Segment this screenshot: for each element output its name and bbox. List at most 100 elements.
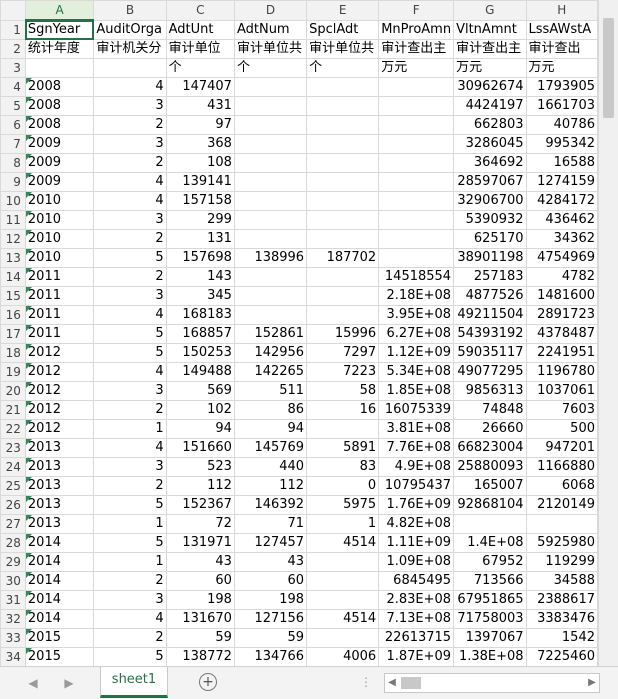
cell-c24[interactable]: 523 bbox=[165, 457, 235, 477]
cell-d23[interactable]: 145769 bbox=[233, 438, 308, 458]
row-header[interactable]: 16 bbox=[0, 305, 26, 325]
cell-d9[interactable] bbox=[233, 172, 308, 192]
cell-b5[interactable]: 3 bbox=[93, 96, 167, 116]
cell-d29[interactable]: 43 bbox=[233, 552, 308, 572]
cell-h10[interactable]: 4284172 bbox=[525, 191, 598, 211]
cell-c17[interactable]: 168857 bbox=[165, 324, 235, 344]
cell-table[interactable]: ABCDEFGH 1 SgnYear AuditOrga AdtUnt AdtNum Sp… bbox=[0, 0, 598, 666]
cell-b30[interactable]: 2 bbox=[93, 571, 167, 591]
row-header[interactable]: 21 bbox=[0, 400, 26, 420]
cell-d25[interactable]: 112 bbox=[233, 476, 308, 496]
cell-h12[interactable]: 34362 bbox=[525, 229, 598, 249]
cell-c7[interactable]: 368 bbox=[165, 134, 235, 154]
cell-a17[interactable]: 2011 bbox=[24, 324, 95, 344]
cell-h4[interactable]: 1793905 bbox=[525, 77, 598, 97]
cell-e1[interactable]: SpclAdt bbox=[306, 19, 380, 40]
cell-b19[interactable]: 4 bbox=[93, 362, 167, 382]
cell-g23[interactable]: 66823004 bbox=[453, 438, 527, 458]
cell-f1[interactable]: MnProAmn bbox=[378, 19, 455, 40]
cell-h13[interactable]: 4754969 bbox=[525, 248, 598, 268]
row-header[interactable]: 33 bbox=[0, 628, 26, 648]
cell-e15[interactable] bbox=[306, 286, 380, 306]
cell-d26[interactable]: 146392 bbox=[233, 495, 308, 515]
cell-h27[interactable] bbox=[525, 514, 598, 534]
cell-g31[interactable]: 67951865 bbox=[453, 590, 527, 610]
cell-d1[interactable]: AdtNum bbox=[233, 19, 308, 40]
cell-e26[interactable]: 5975 bbox=[306, 495, 380, 515]
cell-b32[interactable]: 4 bbox=[93, 609, 167, 629]
cell-b8[interactable]: 2 bbox=[93, 153, 167, 173]
cell-h7[interactable]: 995342 bbox=[525, 134, 598, 154]
cell-c10[interactable]: 157158 bbox=[165, 191, 235, 211]
cell-g7[interactable]: 3286045 bbox=[453, 134, 527, 154]
cell-f26[interactable]: 1.76E+09 bbox=[378, 495, 455, 515]
cell-b13[interactable]: 5 bbox=[93, 248, 167, 268]
cell-g19[interactable]: 49077295 bbox=[453, 362, 527, 382]
cell-e23[interactable]: 5891 bbox=[306, 438, 380, 458]
cell-a24[interactable]: 2013 bbox=[24, 457, 95, 477]
cell-e22[interactable] bbox=[306, 419, 380, 439]
cell-h15[interactable]: 1481600 bbox=[525, 286, 598, 306]
cell-h30[interactable]: 34588 bbox=[525, 571, 598, 591]
cell-g24[interactable]: 25880093 bbox=[453, 457, 527, 477]
row-header[interactable]: 5 bbox=[0, 96, 26, 116]
cell-h20[interactable]: 1037061 bbox=[525, 381, 598, 401]
cell-c27[interactable]: 72 bbox=[165, 514, 235, 534]
cell-c11[interactable]: 299 bbox=[165, 210, 235, 230]
cell-h19[interactable]: 1196780 bbox=[525, 362, 598, 382]
cell-c30[interactable]: 60 bbox=[165, 571, 235, 591]
cell-c33[interactable]: 59 bbox=[165, 628, 235, 648]
cell-g32[interactable]: 71758003 bbox=[453, 609, 527, 629]
row-header[interactable]: 17 bbox=[0, 324, 26, 344]
cell-f18[interactable]: 1.12E+09 bbox=[378, 343, 455, 363]
cell-b6[interactable]: 2 bbox=[93, 115, 167, 135]
cell-c15[interactable]: 345 bbox=[165, 286, 235, 306]
cell-g34[interactable]: 1.38E+08 bbox=[453, 647, 527, 666]
cell-h21[interactable]: 7603 bbox=[525, 400, 598, 420]
cell-h18[interactable]: 2241951 bbox=[525, 343, 598, 363]
cell-g11[interactable]: 5390932 bbox=[453, 210, 527, 230]
cell-c19[interactable]: 149488 bbox=[165, 362, 235, 382]
cell-e6[interactable] bbox=[306, 115, 380, 135]
cell-c3[interactable]: 个 bbox=[165, 58, 235, 78]
cell-a30[interactable]: 2014 bbox=[24, 571, 95, 591]
cell-c4[interactable]: 147407 bbox=[165, 77, 235, 97]
row-header[interactable]: 10 bbox=[0, 191, 26, 211]
column-header-h[interactable]: H bbox=[525, 0, 598, 21]
cell-b31[interactable]: 3 bbox=[93, 590, 167, 610]
cell-g17[interactable]: 54393192 bbox=[453, 324, 527, 344]
cell-a22[interactable]: 2012 bbox=[24, 419, 95, 439]
cell-c23[interactable]: 151660 bbox=[165, 438, 235, 458]
cell-d22[interactable]: 94 bbox=[233, 419, 308, 439]
cell-b11[interactable]: 3 bbox=[93, 210, 167, 230]
cell-g27[interactable] bbox=[453, 514, 527, 534]
column-header-f[interactable]: F bbox=[378, 0, 455, 21]
cell-h6[interactable]: 40786 bbox=[525, 115, 598, 135]
cell-b29[interactable]: 1 bbox=[93, 552, 167, 572]
cell-c26[interactable]: 152367 bbox=[165, 495, 235, 515]
cell-h26[interactable]: 2120149 bbox=[525, 495, 598, 515]
cell-d7[interactable] bbox=[233, 134, 308, 154]
spreadsheet-grid[interactable]: ABCDEFGH 1 SgnYear AuditOrga AdtUnt AdtNum Sp… bbox=[0, 0, 598, 666]
cell-b34[interactable]: 5 bbox=[93, 647, 167, 666]
cell-f11[interactable] bbox=[378, 210, 455, 230]
cell-c20[interactable]: 569 bbox=[165, 381, 235, 401]
cell-b18[interactable]: 5 bbox=[93, 343, 167, 363]
cell-a10[interactable]: 2010 bbox=[24, 191, 95, 211]
cell-f32[interactable]: 7.13E+08 bbox=[378, 609, 455, 629]
cell-c8[interactable]: 108 bbox=[165, 153, 235, 173]
cell-a18[interactable]: 2012 bbox=[24, 343, 95, 363]
tab-nav-prev-icon[interactable]: ◀ bbox=[26, 676, 40, 690]
cell-d32[interactable]: 127156 bbox=[233, 609, 308, 629]
cell-a16[interactable]: 2011 bbox=[24, 305, 95, 325]
cell-g1[interactable]: VltnAmnt bbox=[453, 19, 527, 40]
cell-g9[interactable]: 28597067 bbox=[453, 172, 527, 192]
row-header[interactable]: 9 bbox=[0, 172, 26, 192]
cell-d33[interactable]: 59 bbox=[233, 628, 308, 648]
cell-f27[interactable]: 4.82E+08 bbox=[378, 514, 455, 534]
cell-b9[interactable]: 4 bbox=[93, 172, 167, 192]
cell-b10[interactable]: 4 bbox=[93, 191, 167, 211]
row-header[interactable]: 19 bbox=[0, 362, 26, 382]
cell-d4[interactable] bbox=[233, 77, 308, 97]
cell-e18[interactable]: 7297 bbox=[306, 343, 380, 363]
